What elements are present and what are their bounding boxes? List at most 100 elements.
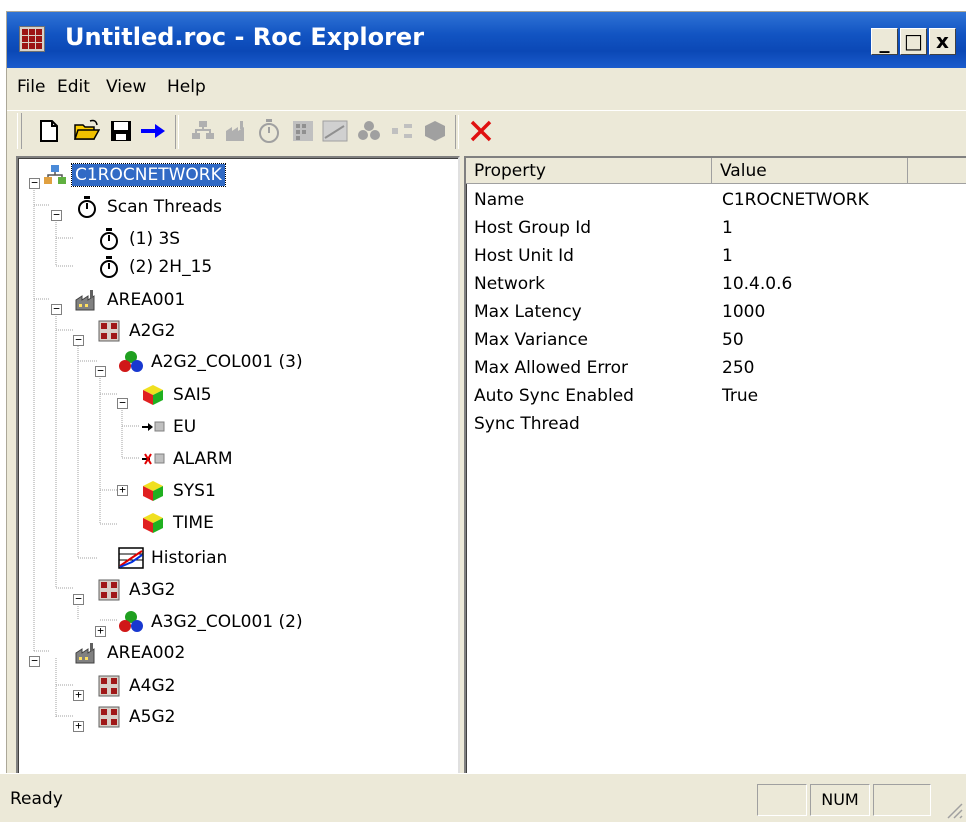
title-bar[interactable]: Untitled.roc - Roc Explorer _ □ x <box>7 12 966 68</box>
tree-node-a3g2[interactable]: A3G2 <box>96 577 178 603</box>
tree-node-label: EU <box>173 417 197 437</box>
tree-node-a2g2[interactable]: A2G2 <box>96 318 178 344</box>
close-button[interactable]: x <box>929 28 956 55</box>
expander[interactable]: + <box>117 484 128 496</box>
group-icon <box>289 117 317 145</box>
property-name: Max Latency <box>474 302 582 322</box>
property-value: C1ROCNETWORK <box>722 190 869 210</box>
expander[interactable]: − <box>73 334 84 346</box>
network-icon <box>42 163 68 187</box>
point-icon <box>389 117 417 145</box>
tree-node-a4g2[interactable]: A4G2 <box>96 673 178 699</box>
status-bar: Ready NUM <box>0 773 966 822</box>
tree-node-historian[interactable]: Historian <box>118 545 230 571</box>
property-row[interactable]: Auto Sync Enabled True <box>466 384 966 412</box>
delete-icon[interactable] <box>467 117 495 145</box>
property-row[interactable]: Sync Thread <box>466 412 966 440</box>
tree-node-time[interactable]: TIME <box>140 510 217 536</box>
expander[interactable]: − <box>29 655 40 667</box>
tree-node-sys1[interactable]: SYS1 <box>140 478 219 504</box>
cube-icon <box>140 511 166 535</box>
status-indicator-num: NUM <box>810 784 870 816</box>
grid-icon <box>96 705 122 729</box>
expander[interactable]: − <box>95 365 106 377</box>
tree-node-label: A3G2 <box>129 580 176 600</box>
tree-node-label: A4G2 <box>129 676 176 696</box>
tree-node-a3g2-col001[interactable]: A3G2_COL001 (2) <box>118 609 306 635</box>
property-row[interactable]: Name C1ROCNETWORK <box>466 188 966 216</box>
expander[interactable]: − <box>51 209 62 221</box>
property-name: Sync Thread <box>474 414 580 434</box>
tree-node-area002[interactable]: AREA002 <box>74 640 188 666</box>
menu-bar: File Edit View Help <box>7 68 966 104</box>
tree-view[interactable]: − C1ROCNETWORK − Scan Threads (1) 3S (2)… <box>16 156 460 784</box>
maximize-button[interactable]: □ <box>900 28 927 55</box>
grid-icon <box>96 319 122 343</box>
tree-node-label: AREA002 <box>107 643 186 663</box>
tree-node-c1rocnetwork[interactable]: C1ROCNETWORK <box>42 162 226 188</box>
property-grid[interactable]: Property Value Name C1ROCNETWORK Host Gr… <box>464 156 966 784</box>
status-text: Ready <box>10 789 63 809</box>
balls-icon <box>118 350 144 374</box>
expander[interactable]: − <box>51 303 62 315</box>
tree-node-label: SYS1 <box>173 481 216 501</box>
property-value: 1 <box>722 218 733 238</box>
tree-node-area001[interactable]: AREA001 <box>74 287 188 313</box>
menu-view[interactable]: View <box>106 77 146 97</box>
column-header-value[interactable]: Value <box>712 158 908 184</box>
tree-node-label: Scan Threads <box>107 197 223 217</box>
tree-node-sai5[interactable]: SAI5 <box>140 382 215 408</box>
menu-help[interactable]: Help <box>167 77 206 97</box>
open-folder-icon[interactable] <box>73 117 101 145</box>
app-icon <box>19 26 45 52</box>
tree-node-a2g2-col001[interactable]: A2G2_COL001 (3) <box>118 349 306 375</box>
chart-icon <box>118 546 144 570</box>
property-row[interactable]: Max Allowed Error 250 <box>466 356 966 384</box>
tree-node-scan-threads[interactable]: Scan Threads <box>74 194 225 220</box>
tree-node-label: A2G2 <box>129 321 176 341</box>
tree-node-label: A2G2_COL001 (3) <box>151 352 303 372</box>
expander[interactable]: − <box>29 177 40 189</box>
object-icon <box>421 117 449 145</box>
tree-node-label: (2) 2H_15 <box>129 257 213 277</box>
property-row[interactable]: Network 10.4.0.6 <box>466 272 966 300</box>
minimize-button[interactable]: _ <box>871 28 898 55</box>
expander[interactable]: − <box>117 397 128 409</box>
network-icon <box>189 117 217 145</box>
tree-node-scan-thread-1[interactable]: (1) 3S <box>96 226 183 252</box>
property-name: Auto Sync Enabled <box>474 386 634 406</box>
property-row[interactable]: Max Variance 50 <box>466 328 966 356</box>
tree-node-scan-thread-2[interactable]: (2) 2H_15 <box>96 254 215 280</box>
property-row[interactable]: Host Unit Id 1 <box>466 244 966 272</box>
expander[interactable]: + <box>73 720 84 732</box>
new-file-icon[interactable] <box>35 117 63 145</box>
toolbar-grip[interactable] <box>17 113 22 149</box>
menu-file[interactable]: File <box>17 77 45 97</box>
input-point-icon <box>140 415 166 439</box>
balls-icon <box>118 610 144 634</box>
grid-icon <box>96 578 122 602</box>
property-row[interactable]: Host Group Id 1 <box>466 216 966 244</box>
stopwatch-icon <box>96 255 122 279</box>
arrow-right-icon[interactable] <box>139 117 167 145</box>
property-name: Max Variance <box>474 330 588 350</box>
tree-node-label: (1) 3S <box>129 229 181 249</box>
expander[interactable]: − <box>73 593 84 605</box>
save-icon[interactable] <box>107 117 135 145</box>
property-name: Name <box>474 190 525 210</box>
tree-node-eu[interactable]: EU <box>140 414 199 440</box>
alarm-point-icon <box>140 447 166 471</box>
property-name: Host Group Id <box>474 218 592 238</box>
property-row[interactable]: Max Latency 1000 <box>466 300 966 328</box>
expander[interactable]: + <box>95 625 106 637</box>
menu-edit[interactable]: Edit <box>57 77 90 97</box>
tree-node-label: TIME <box>173 513 214 533</box>
tree-node-alarm[interactable]: ALARM <box>140 446 236 472</box>
resize-grip-icon[interactable] <box>940 796 964 820</box>
tree-node-label: ALARM <box>173 449 233 469</box>
tree-lines <box>33 188 140 718</box>
tree-node-a5g2[interactable]: A5G2 <box>96 704 178 730</box>
column-header-property[interactable]: Property <box>466 158 712 184</box>
expander[interactable]: + <box>73 689 84 701</box>
property-value: 250 <box>722 358 755 378</box>
